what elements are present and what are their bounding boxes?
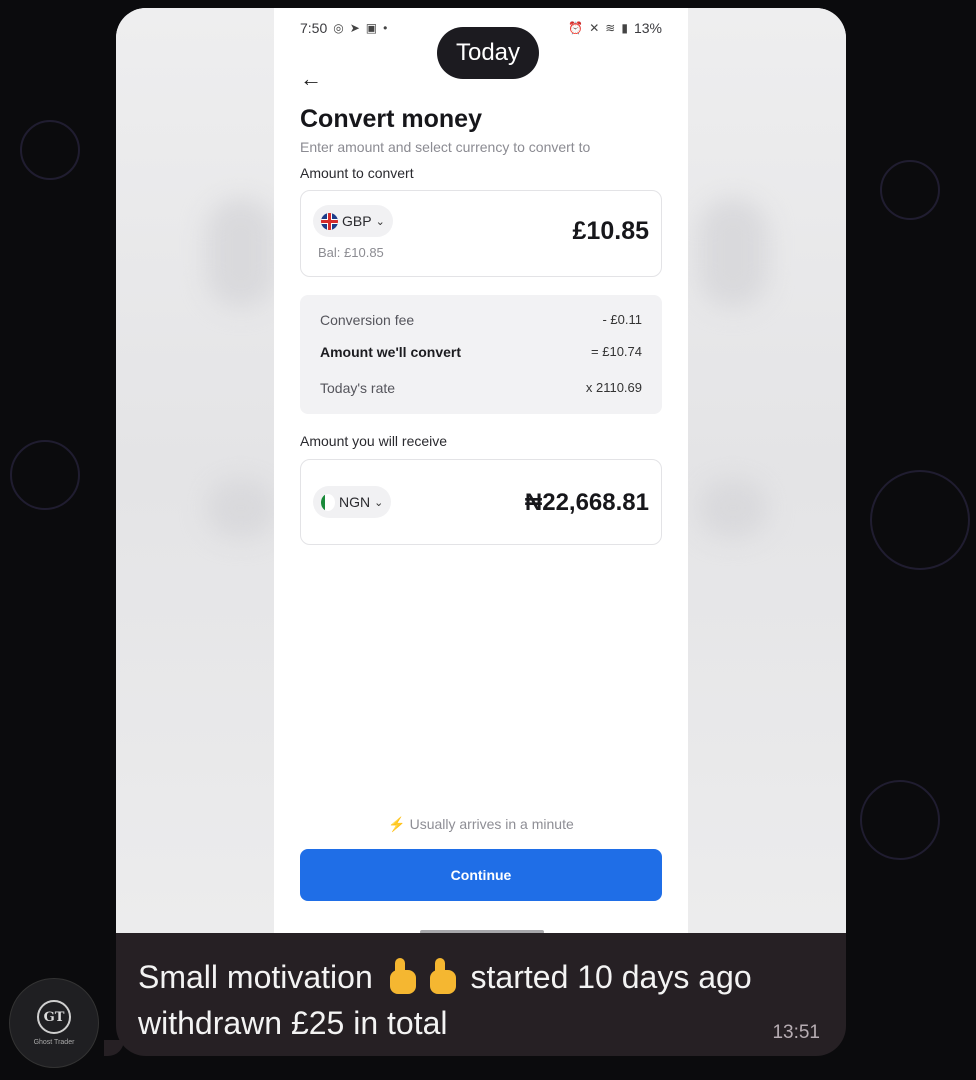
from-amount-card[interactable]: GBP ⌄ £10.85 Bal: £10.85: [300, 190, 662, 277]
page-title: Convert money: [300, 105, 482, 133]
thumbs-up-icon: [382, 956, 422, 996]
converted-label: Amount we'll convert: [320, 344, 462, 360]
home-indicator: [420, 930, 544, 933]
to-currency-code: NGN: [339, 494, 371, 510]
amount-to-convert-label: Amount to convert: [300, 165, 414, 181]
blurred-background-right: [688, 8, 846, 933]
alarm-icon: ⏰: [568, 21, 584, 35]
converted-row: Amount we'll convert = £10.74: [320, 344, 642, 360]
chevron-down-icon: ⌄: [374, 496, 384, 509]
receive-label: Amount you will receive: [300, 433, 448, 449]
avatar-initials: GT: [37, 1000, 71, 1034]
bubble-tail: [104, 1040, 124, 1056]
fee-label: Conversion fee: [320, 312, 415, 328]
from-amount-input[interactable]: £10.85: [573, 217, 649, 246]
wallpaper-doodle: [870, 470, 970, 570]
nigeria-flag-icon: [321, 493, 335, 511]
status-time: 7:50: [300, 20, 328, 36]
wifi-icon: ≋: [605, 21, 616, 35]
to-amount-card[interactable]: NGN ⌄ ₦22,668.81: [300, 459, 662, 545]
avatar[interactable]: GT Ghost Trader: [9, 978, 99, 1068]
from-currency-select[interactable]: GBP ⌄: [313, 205, 393, 237]
avatar-name: Ghost Trader: [33, 1039, 75, 1046]
to-currency-select[interactable]: NGN ⌄: [313, 486, 392, 518]
message-time: 13:51: [772, 1022, 820, 1043]
back-arrow-icon[interactable]: ←: [300, 66, 322, 92]
arrival-note: ⚡ Usually arrives in a minute: [274, 816, 688, 833]
message-line1-start: Small motivation: [138, 959, 373, 995]
arrival-note-text: Usually arrives in a minute: [409, 816, 574, 832]
fee-row: Conversion fee - £0.11: [320, 312, 642, 328]
wallpaper-doodle: [10, 440, 80, 510]
mute-icon: ✕: [589, 21, 600, 35]
wallpaper-doodle: [880, 160, 940, 220]
telegram-icon: ➤: [349, 21, 360, 35]
uk-flag-icon: [321, 212, 338, 230]
continue-button[interactable]: Continue: [300, 849, 662, 901]
screenshot-image[interactable]: 7:50 ◎ ➤ ▣ • ⏰ ✕ ≋ ▮ 13% ← Convert money…: [116, 8, 846, 933]
wallpaper-doodle: [860, 780, 940, 860]
fee-value: - £0.11: [602, 312, 642, 327]
rate-label: Today's rate: [320, 380, 396, 396]
message-text: Small motivation started 10 days ago wit…: [138, 954, 828, 1046]
lightning-icon: ⚡: [388, 816, 406, 832]
dot-icon: •: [383, 21, 388, 35]
from-currency-code: GBP: [342, 213, 372, 229]
wallpaper-doodle: [20, 120, 80, 180]
blurred-background-left: [116, 8, 276, 933]
battery-level: 13%: [633, 20, 662, 36]
message-line2: withdrawn £25 in total: [138, 1005, 448, 1041]
rate-row: Today's rate x 2110.69: [320, 380, 642, 396]
message-bubble[interactable]: 7:50 ◎ ➤ ▣ • ⏰ ✕ ≋ ▮ 13% ← Convert money…: [116, 8, 846, 1056]
signal-icon: ▮: [621, 21, 628, 35]
to-amount-value: ₦22,668.81: [524, 489, 649, 516]
rate-value: x 2110.69: [585, 380, 642, 395]
balance-text: Bal: £10.85: [318, 245, 384, 260]
message-line1-end: started 10 days ago: [470, 959, 752, 995]
page-subtitle: Enter amount and select currency to conv…: [300, 139, 591, 155]
gallery-icon: ▣: [365, 21, 378, 35]
whatsapp-icon: ◎: [333, 21, 344, 35]
converted-value: = £10.74: [591, 344, 642, 359]
chevron-down-icon: ⌄: [375, 215, 385, 228]
date-pill: Today: [437, 27, 539, 79]
thumbs-up-icon: [422, 956, 462, 996]
conversion-summary: Conversion fee - £0.11 Amount we'll conv…: [300, 295, 662, 414]
phone-screen: 7:50 ◎ ➤ ▣ • ⏰ ✕ ≋ ▮ 13% ← Convert money…: [274, 8, 688, 933]
